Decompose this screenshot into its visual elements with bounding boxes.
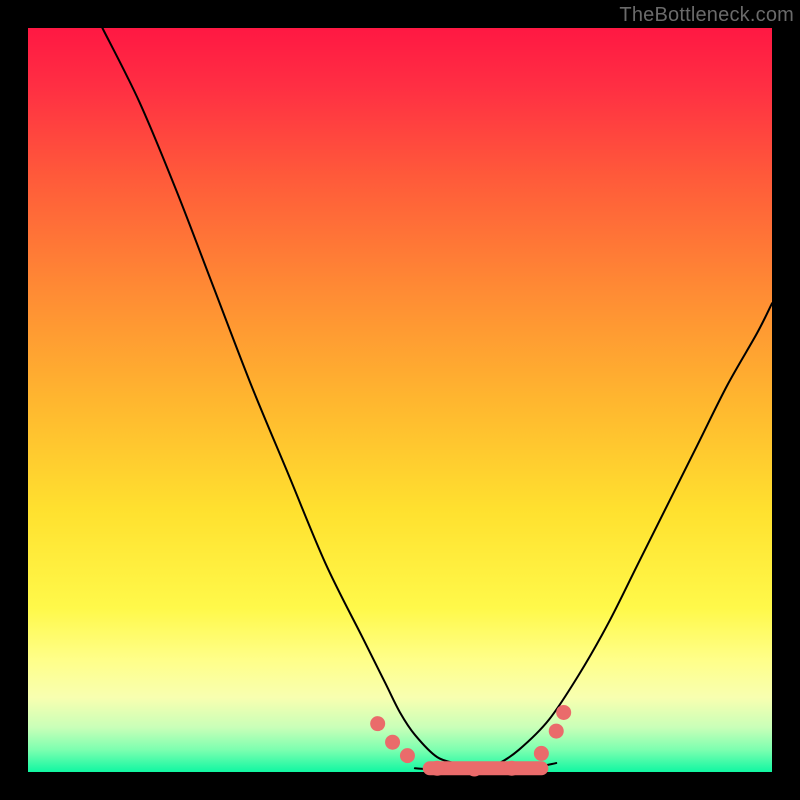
plot-area [28,28,772,772]
marker-bar-left [430,761,445,776]
series-right-curve [474,303,772,772]
marker-right-dot-2 [549,724,564,739]
marker-left-dot-1 [370,716,385,731]
marker-bar-mid [467,762,482,777]
marker-right-dot-1 [534,746,549,761]
chart-svg [28,28,772,772]
marker-right-dot-3 [556,705,571,720]
marker-left-dot-2 [385,735,400,750]
marker-bar-right [504,761,519,776]
watermark-text: TheBottleneck.com [619,4,794,27]
series-left-curve [102,28,474,772]
marker-left-dot-3 [400,748,415,763]
chart-frame: TheBottleneck.com [0,0,800,800]
